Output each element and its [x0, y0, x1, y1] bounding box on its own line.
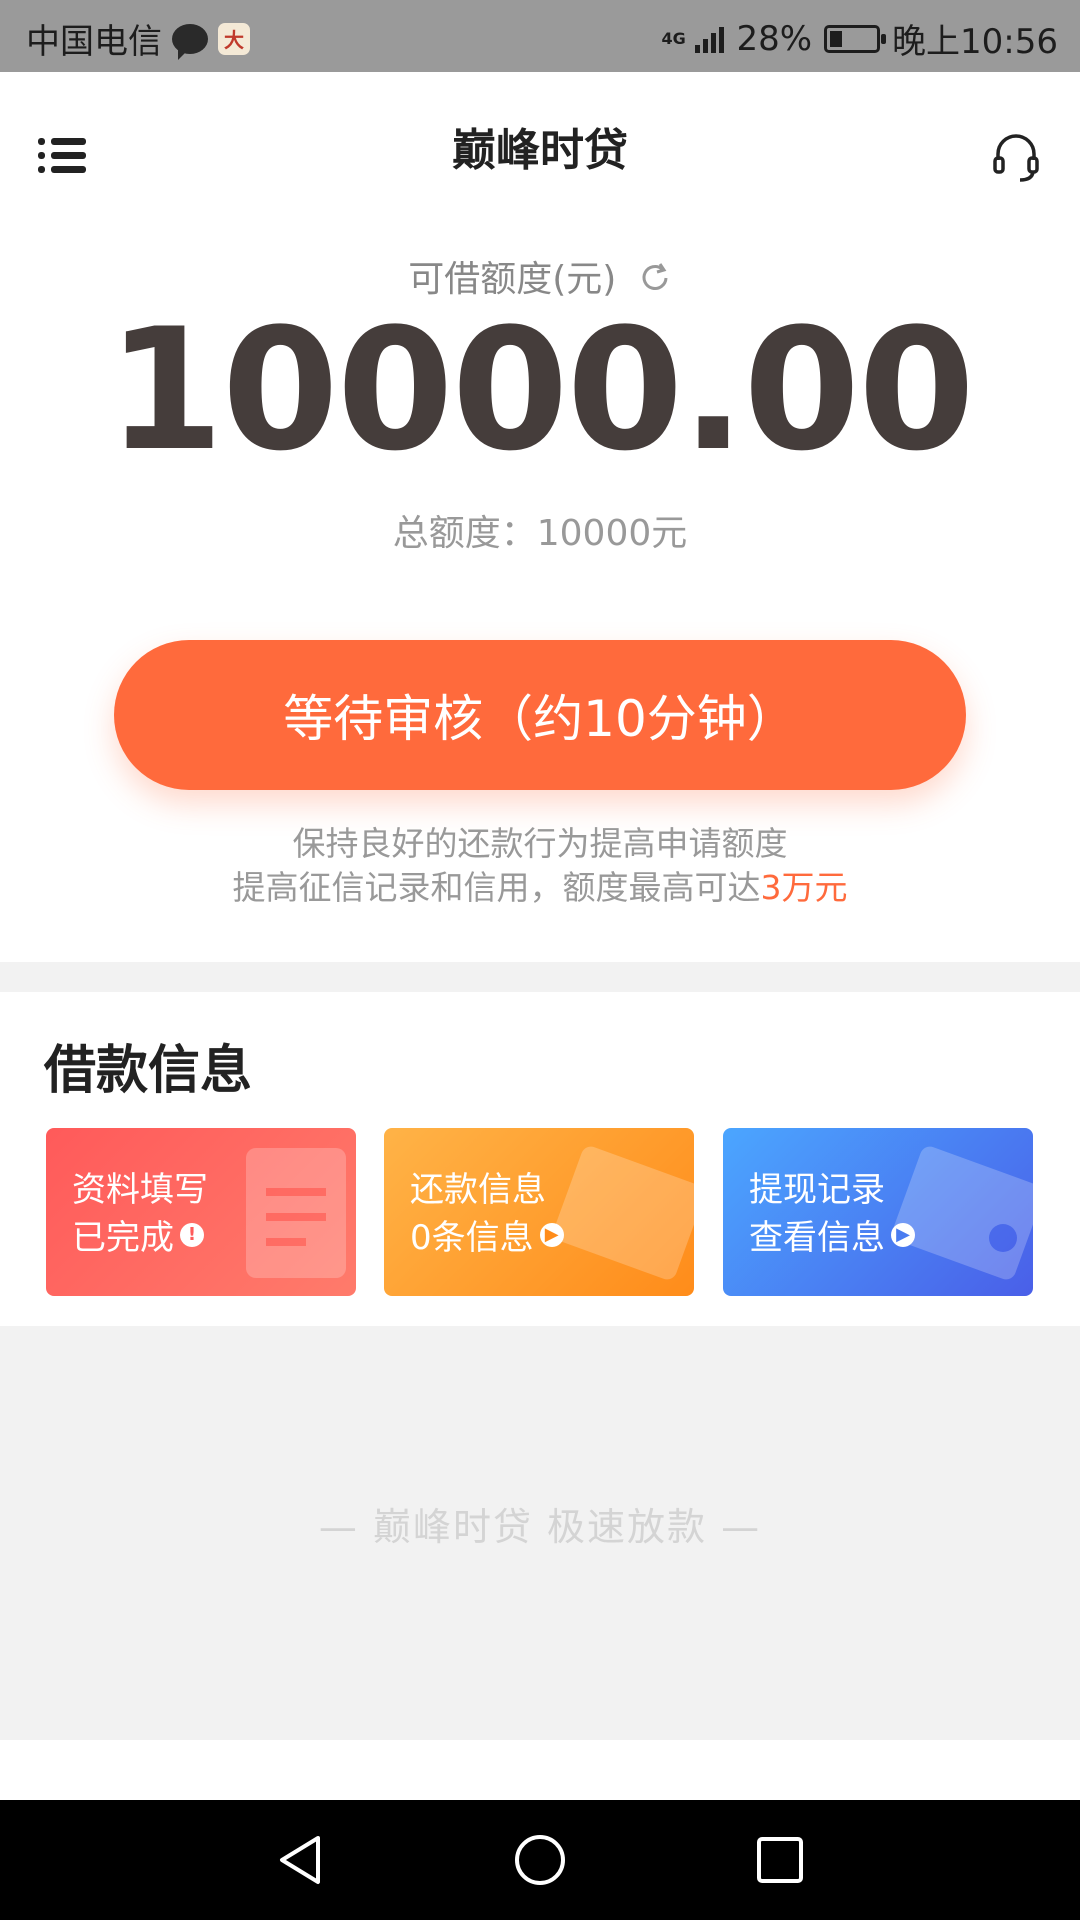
recent-apps-icon[interactable] — [752, 1832, 808, 1888]
pending-review-button[interactable]: 等待审核（约10分钟） — [114, 640, 966, 790]
repayment-card[interactable]: 还款信息 0条信息 ▶ — [384, 1128, 694, 1296]
max-quota-highlight: 3万元 — [760, 868, 848, 907]
clock: 晚上10:56 — [892, 22, 1058, 62]
battery-percent: 28% — [736, 18, 813, 59]
quota-panel: 可借额度(元) 10000.00 总额度：10000元 等待审核（约10分钟） … — [0, 192, 1080, 962]
system-nav-bar — [0, 1800, 1080, 1920]
card-status-text: 查看信息 — [749, 1218, 885, 1258]
tip-line-1: 保持良好的还款行为提高申请额度 — [292, 824, 788, 863]
card-status: 0条信息 ▶ — [410, 1210, 564, 1259]
signal-icon — [695, 25, 725, 53]
alert-icon: ! — [180, 1222, 204, 1247]
card-title: 还款信息 — [410, 1170, 546, 1210]
tip-text: 保持良好的还款行为提高申请额度 提高征信记录和信用，额度最高可达3万元 — [0, 822, 1080, 910]
page-title: 巅峰时贷 — [452, 125, 628, 176]
withdrawal-card[interactable]: 提现记录 查看信息 ▶ — [723, 1128, 1033, 1296]
carrier-label: 中国电信 — [26, 22, 162, 62]
card-status-text: 0条信息 — [410, 1218, 534, 1258]
card-status: 查看信息 ▶ — [749, 1210, 915, 1259]
document-icon — [246, 1148, 346, 1278]
headset-icon[interactable] — [992, 134, 1040, 184]
loan-info-section: 借款信息 资料填写 已完成 ! 还款信息 0条信息 ▶ 提现记录 查看信息 ▶ — [0, 992, 1080, 1326]
card-icon — [554, 1146, 694, 1280]
footer-slogan: — 巅峰时贷 极速放款 — — [318, 1505, 762, 1549]
chat-notification-icon — [172, 23, 208, 60]
network-type: 4G — [661, 28, 686, 48]
section-title: 借款信息 — [44, 1041, 253, 1101]
card-title: 资料填写 — [72, 1170, 208, 1210]
arrow-right-icon: ▶ — [539, 1222, 564, 1247]
card-status-text: 已完成 — [72, 1218, 174, 1258]
tip-line-2-text: 提高征信记录和信用，额度最高可达 — [232, 868, 761, 907]
available-amount: 10000.00 — [106, 292, 975, 488]
card-title: 提现记录 — [749, 1170, 885, 1210]
app-notification-icon: 大 — [218, 22, 250, 55]
card-status: 已完成 ! — [72, 1210, 204, 1259]
total-quota: 总额度：10000元 — [392, 513, 688, 554]
battery-icon — [824, 24, 887, 53]
home-icon[interactable] — [512, 1832, 568, 1888]
tip-line-2: 提高征信记录和信用，额度最高可达3万元 — [0, 866, 1080, 910]
arrow-right-icon: ▶ — [891, 1222, 915, 1247]
profile-card[interactable]: 资料填写 已完成 ! — [46, 1128, 356, 1296]
bottom-strip — [0, 1740, 1080, 1800]
app-screen: 中国电信 大 4G 28% 晚上10:56 巅峰时贷 可借额度(元) 10000… — [0, 0, 1080, 1920]
app-header: 巅峰时贷 — [0, 72, 1080, 192]
status-bar: 中国电信 大 4G 28% 晚上10:56 — [0, 0, 1080, 72]
back-icon[interactable] — [272, 1832, 328, 1888]
refresh-icon[interactable] — [638, 261, 672, 295]
